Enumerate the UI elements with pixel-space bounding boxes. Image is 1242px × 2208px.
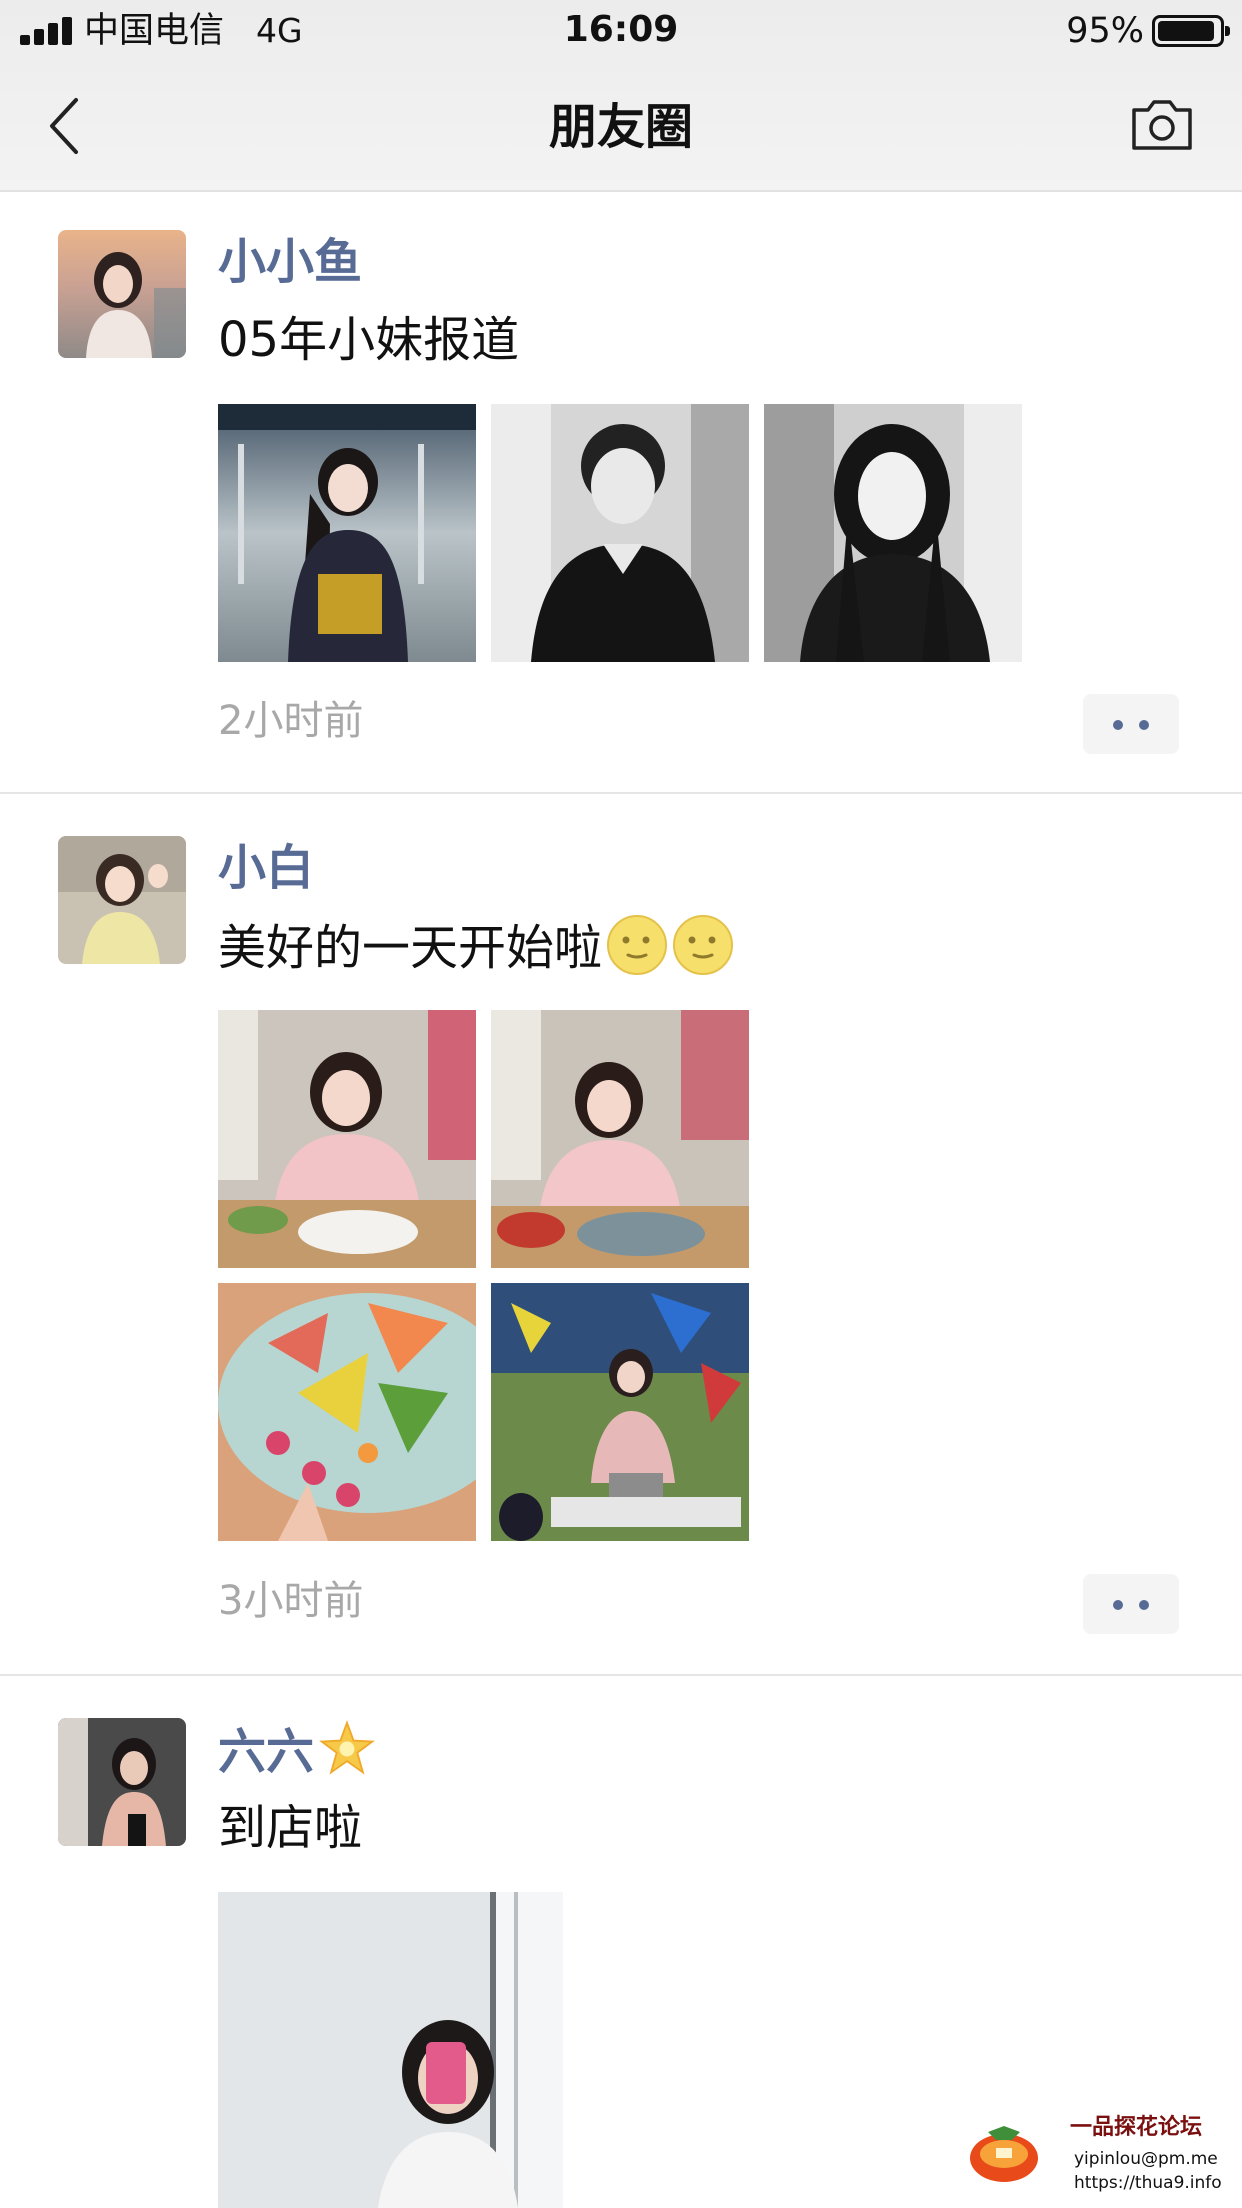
status-bar: 中国电信 4G 16:09 95%: [0, 0, 1242, 62]
post-photo[interactable]: [218, 404, 476, 662]
full-moon-face-emoji: [607, 915, 668, 975]
post-photo[interactable]: [491, 404, 749, 662]
full-moon-face-emoji: [673, 915, 734, 975]
post-text-body: 美好的一天开始啦: [218, 920, 603, 976]
watermark-url: https://thua9.info: [1074, 2173, 1222, 2193]
post-timestamp: 3小时前: [218, 1578, 364, 1624]
avatar[interactable]: [58, 1718, 186, 1846]
post-timestamp: 2小时前: [218, 698, 364, 744]
avatar[interactable]: [58, 230, 186, 358]
more-actions-button[interactable]: [1083, 694, 1179, 754]
watermark-email: yipinlou@pm.me: [1074, 2149, 1218, 2169]
top-bar: 中国电信 4G 16:09 95% 朋友圈: [0, 0, 1242, 192]
watermark-title: 一品探花论坛: [1070, 2115, 1203, 2140]
post-photo[interactable]: [218, 1283, 476, 1541]
watermark: 一品探花论坛 yipinlou@pm.me https://thua9.info: [966, 2114, 1228, 2198]
moment-post: 小白 美好的一天开始啦 3小时前: [0, 794, 1242, 1676]
page-title: 朋友圈: [548, 99, 693, 155]
glowing-star-emoji: [319, 1720, 375, 1775]
post-photo[interactable]: [764, 404, 1022, 662]
post-photo[interactable]: [218, 1010, 476, 1268]
more-actions-button[interactable]: [1083, 1574, 1179, 1634]
post-photo[interactable]: [491, 1010, 749, 1268]
battery-percent: 95%: [1066, 11, 1144, 51]
moments-page: 中国电信 4G 16:09 95% 朋友圈 小小鱼 05年小妹报道 2小时前 小…: [0, 0, 1242, 2208]
camera-icon: [1132, 100, 1192, 150]
post-author-name[interactable]: 小小鱼: [218, 232, 362, 292]
post-text: 到店啦: [218, 1800, 363, 1856]
post-author-name[interactable]: 小白: [218, 838, 314, 898]
battery-icon: [1152, 15, 1230, 47]
forum-logo-icon: [970, 2126, 1038, 2182]
moment-post: 小小鱼 05年小妹报道 2小时前: [0, 192, 1242, 794]
post-text: 05年小妹报道: [218, 312, 520, 368]
status-time: 16:09: [563, 9, 679, 50]
nav-bar: 朋友圈: [0, 62, 1242, 192]
post-photo[interactable]: [491, 1283, 749, 1541]
post-photo[interactable]: [218, 1892, 563, 2208]
post-author-name-text: 六六: [218, 1724, 315, 1780]
avatar[interactable]: [58, 836, 186, 964]
camera-button[interactable]: [1130, 96, 1194, 152]
post-text: 美好的一天开始啦: [218, 914, 734, 980]
post-author-name[interactable]: 六六: [218, 1720, 376, 1782]
